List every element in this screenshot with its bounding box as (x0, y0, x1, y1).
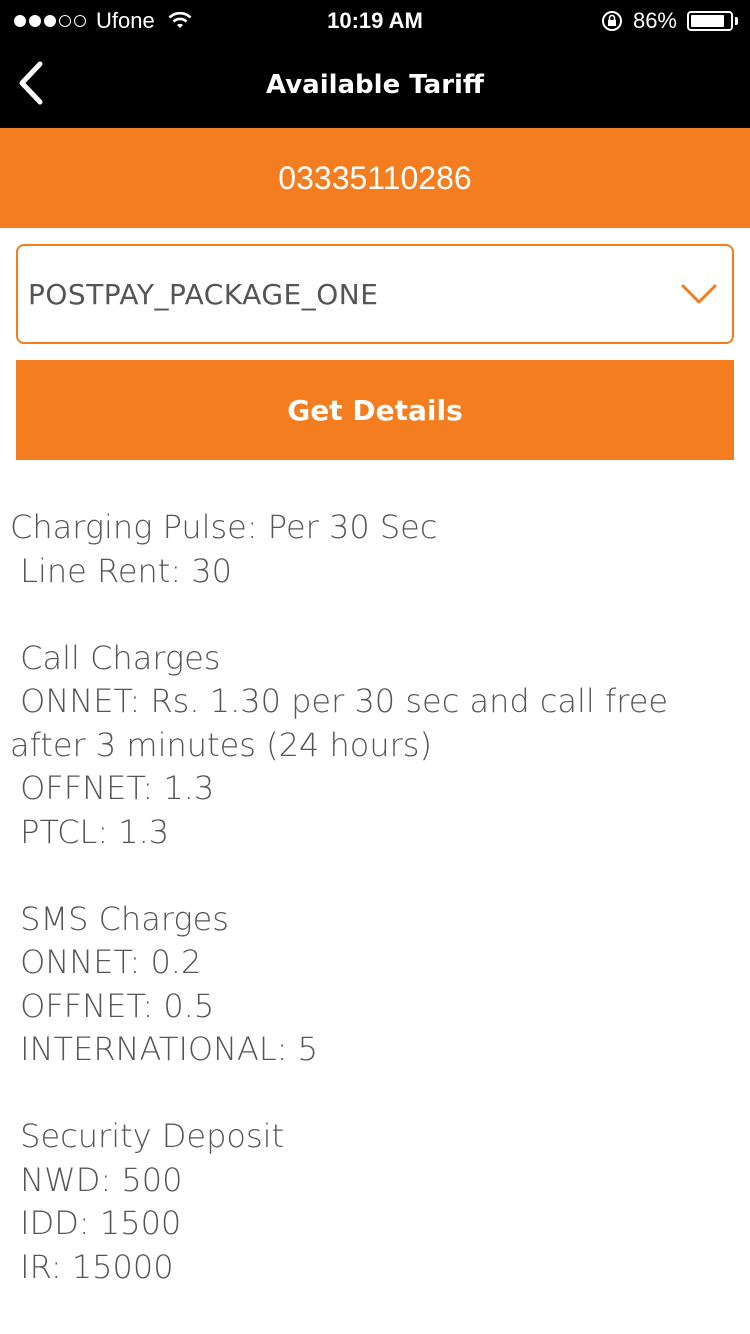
status-right: 86% (601, 8, 738, 34)
phone-number-banner: 03335110286 (0, 128, 750, 228)
package-dropdown-value: POSTPAY_PACKAGE_ONE (28, 278, 379, 311)
line-rent: Line Rent: 30 (10, 551, 233, 590)
chevron-down-icon (681, 284, 717, 304)
deposit-nwd: NWD: 500 (10, 1160, 183, 1199)
get-details-button[interactable]: Get Details (16, 360, 734, 460)
sms-charges-heading: SMS Charges (10, 899, 229, 938)
battery-icon (687, 11, 733, 31)
security-deposit-heading: Security Deposit (10, 1117, 285, 1155)
status-bar: Ufone 10:19 AM 86% (0, 0, 750, 40)
call-charges-heading: Call Charges (10, 638, 221, 677)
battery-percent: 86% (632, 8, 677, 33)
navigation-bar: Available Tariff (0, 40, 750, 128)
call-onnet-continued: after 3 minutes (24 hours) (10, 725, 432, 764)
deposit-idd: IDD: 1500 (10, 1204, 182, 1242)
battery-tip (735, 17, 738, 25)
charging-pulse: Charging Pulse: Per 30 Sec (10, 508, 438, 546)
call-onnet: ONNET: Rs. 1.30 per 30 sec and call free (10, 682, 669, 720)
tariff-details: Charging Pulse: Per 30 Sec Line Rent: 30… (10, 506, 740, 1289)
call-ptcl: PTCL: 1.3 (10, 812, 170, 851)
rotation-lock-icon (601, 11, 622, 31)
package-dropdown[interactable]: POSTPAY_PACKAGE_ONE (16, 244, 734, 344)
call-offnet: OFFNET: 1.3 (10, 769, 215, 807)
sms-international: INTERNATIONAL: 5 (10, 1030, 319, 1068)
phone-number: 03335110286 (278, 159, 472, 196)
deposit-ir: IR: 15000 (10, 1247, 174, 1286)
page-title: Available Tariff (266, 70, 484, 100)
battery-level (691, 15, 724, 27)
sms-onnet: ONNET: 0.2 (10, 943, 202, 981)
sms-offnet: OFFNET: 0.5 (10, 986, 215, 1025)
